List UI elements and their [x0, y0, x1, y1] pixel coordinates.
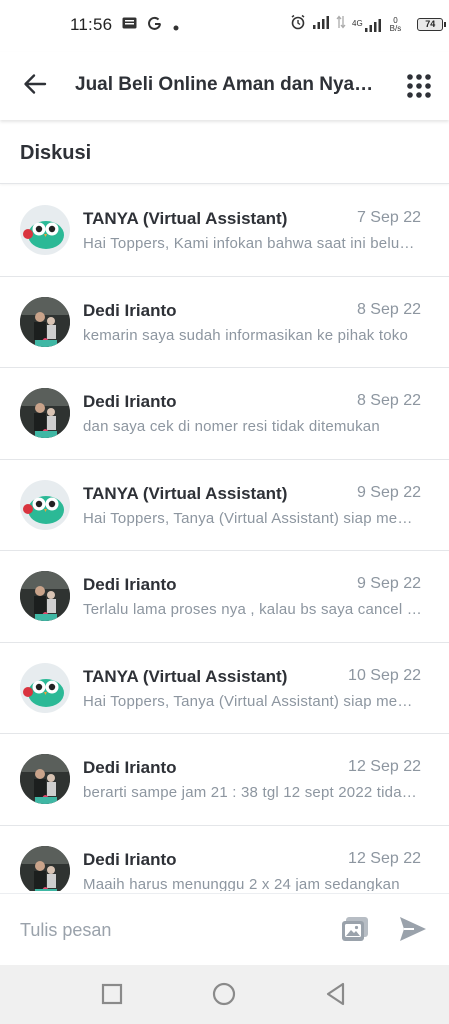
message-date: 12 Sep 22 — [348, 849, 421, 867]
recent-apps-button[interactable] — [99, 981, 125, 1007]
avatar-bot — [20, 479, 70, 530]
status-right-icons: 4G 0 B/s 74 — [290, 14, 447, 35]
message-date: 9 Sep 22 — [356, 575, 421, 592]
dot-icon — [173, 18, 179, 36]
send-button[interactable] — [398, 915, 430, 945]
avatar-person — [20, 845, 70, 891]
owl-icon — [23, 495, 64, 524]
avatar-person — [20, 754, 70, 804]
message-preview: berarti sampe jam 21 : 38 tgl 12 sept 20… — [83, 784, 423, 801]
sender-name: Dedi Irianto — [83, 849, 177, 869]
message-preview: kemarin saya sudah informasikan ke pihak… — [83, 326, 408, 344]
profile-photo-icon — [20, 754, 70, 804]
system-back-button[interactable] — [323, 981, 349, 1007]
network-type: 4G — [352, 18, 363, 28]
message-date: 8 Sep 22 — [356, 300, 421, 318]
home-icon — [211, 982, 237, 1011]
sender-name: Dedi Irianto — [83, 392, 177, 411]
profile-photo-icon — [20, 845, 70, 891]
message-preview: Maaih harus menunggu 2 x 24 jam sedangka… — [83, 875, 400, 892]
network-speed-unit: B/s — [389, 23, 402, 33]
image-gallery-icon — [340, 917, 370, 949]
send-icon — [398, 917, 428, 947]
google-icon — [147, 16, 163, 37]
message-composer — [0, 893, 449, 965]
message-preview: dan saya cek di nomer resi tidak ditemuk… — [83, 418, 380, 435]
sender-name: Dedi Irianto — [83, 758, 177, 777]
signal-icon — [312, 15, 330, 34]
message-date: 10 Sep 22 — [348, 666, 421, 684]
section-header: Diskusi — [0, 122, 449, 184]
recent-apps-icon — [99, 983, 125, 1011]
avatar-bot — [20, 662, 70, 713]
message-icon — [122, 17, 137, 36]
owl-icon — [23, 221, 64, 249]
message-preview: Hai Toppers, Tanya (Virtual Assistant) s… — [83, 509, 423, 527]
sender-name: Dedi Irianto — [83, 575, 177, 594]
status-time: 11:56 — [70, 15, 113, 34]
message-preview: Terlalu lama proses nya , kalau bs saya … — [83, 601, 423, 618]
grid-menu-icon — [405, 74, 433, 104]
message-date: 8 Sep 22 — [356, 392, 421, 409]
list-item[interactable]: Dedi Irianto 9 Sep 22 Terlalu lama prose… — [0, 551, 449, 643]
sender-name: Dedi Irianto — [83, 300, 177, 320]
data-arrows-icon — [336, 15, 346, 34]
avatar-bot — [20, 205, 70, 255]
message-preview: Hai Toppers, Kami infokan bahwa saat ini… — [83, 235, 423, 252]
message-date: 7 Sep 22 — [356, 209, 421, 226]
signal-4g-icon: 4G — [352, 18, 382, 32]
list-item[interactable]: Dedi Irianto 8 Sep 22 kemarin saya sudah… — [0, 277, 449, 368]
avatar-person — [20, 388, 70, 438]
message-preview: Hai Toppers, Tanya (Virtual Assistant) s… — [83, 692, 423, 710]
home-button[interactable] — [211, 981, 237, 1007]
list-item[interactable]: Dedi Irianto 12 Sep 22 berarti sampe jam… — [0, 734, 449, 826]
avatar-person — [20, 296, 70, 347]
menu-button[interactable] — [405, 72, 433, 100]
list-item[interactable]: TANYA (Virtual Assistant) 10 Sep 22 Hai … — [0, 643, 449, 734]
profile-photo-icon — [20, 388, 70, 438]
back-triangle-icon — [323, 982, 349, 1011]
status-bar: 11:56 4G 0 B/s 74 — [0, 0, 449, 52]
sender-name: TANYA (Virtual Assistant) — [83, 209, 288, 228]
profile-photo-icon — [20, 296, 70, 347]
attach-image-button[interactable] — [340, 915, 370, 945]
status-left-icons — [122, 16, 179, 37]
message-input[interactable] — [20, 916, 320, 944]
section-title: Diskusi — [20, 142, 92, 164]
sender-name: TANYA (Virtual Assistant) — [83, 483, 288, 503]
system-navigation-bar — [0, 965, 449, 1024]
back-button[interactable] — [20, 71, 50, 101]
page-title: Jual Beli Online Aman dan Nyaman di Toko… — [75, 74, 385, 95]
app-header: Jual Beli Online Aman dan Nyaman di Toko… — [0, 52, 449, 120]
message-date: 9 Sep 22 — [356, 483, 421, 501]
profile-photo-icon — [20, 571, 70, 621]
list-item[interactable]: Dedi Irianto 12 Sep 22 Maaih harus menun… — [0, 826, 449, 892]
avatar-person — [20, 571, 70, 621]
discussion-list[interactable]: TANYA (Virtual Assistant) 7 Sep 22 Hai T… — [0, 185, 449, 891]
list-item[interactable]: TANYA (Virtual Assistant) 7 Sep 22 Hai T… — [0, 185, 449, 277]
owl-icon — [23, 678, 64, 707]
battery-indicator: 74 — [417, 18, 447, 31]
arrow-left-icon — [23, 73, 47, 100]
alarm-icon — [290, 14, 306, 35]
message-date: 12 Sep 22 — [348, 758, 421, 775]
network-speed: 0 B/s — [389, 16, 402, 33]
sender-name: TANYA (Virtual Assistant) — [83, 666, 288, 686]
list-item[interactable]: Dedi Irianto 8 Sep 22 dan saya cek di no… — [0, 368, 449, 460]
list-item[interactable]: TANYA (Virtual Assistant) 9 Sep 22 Hai T… — [0, 460, 449, 551]
